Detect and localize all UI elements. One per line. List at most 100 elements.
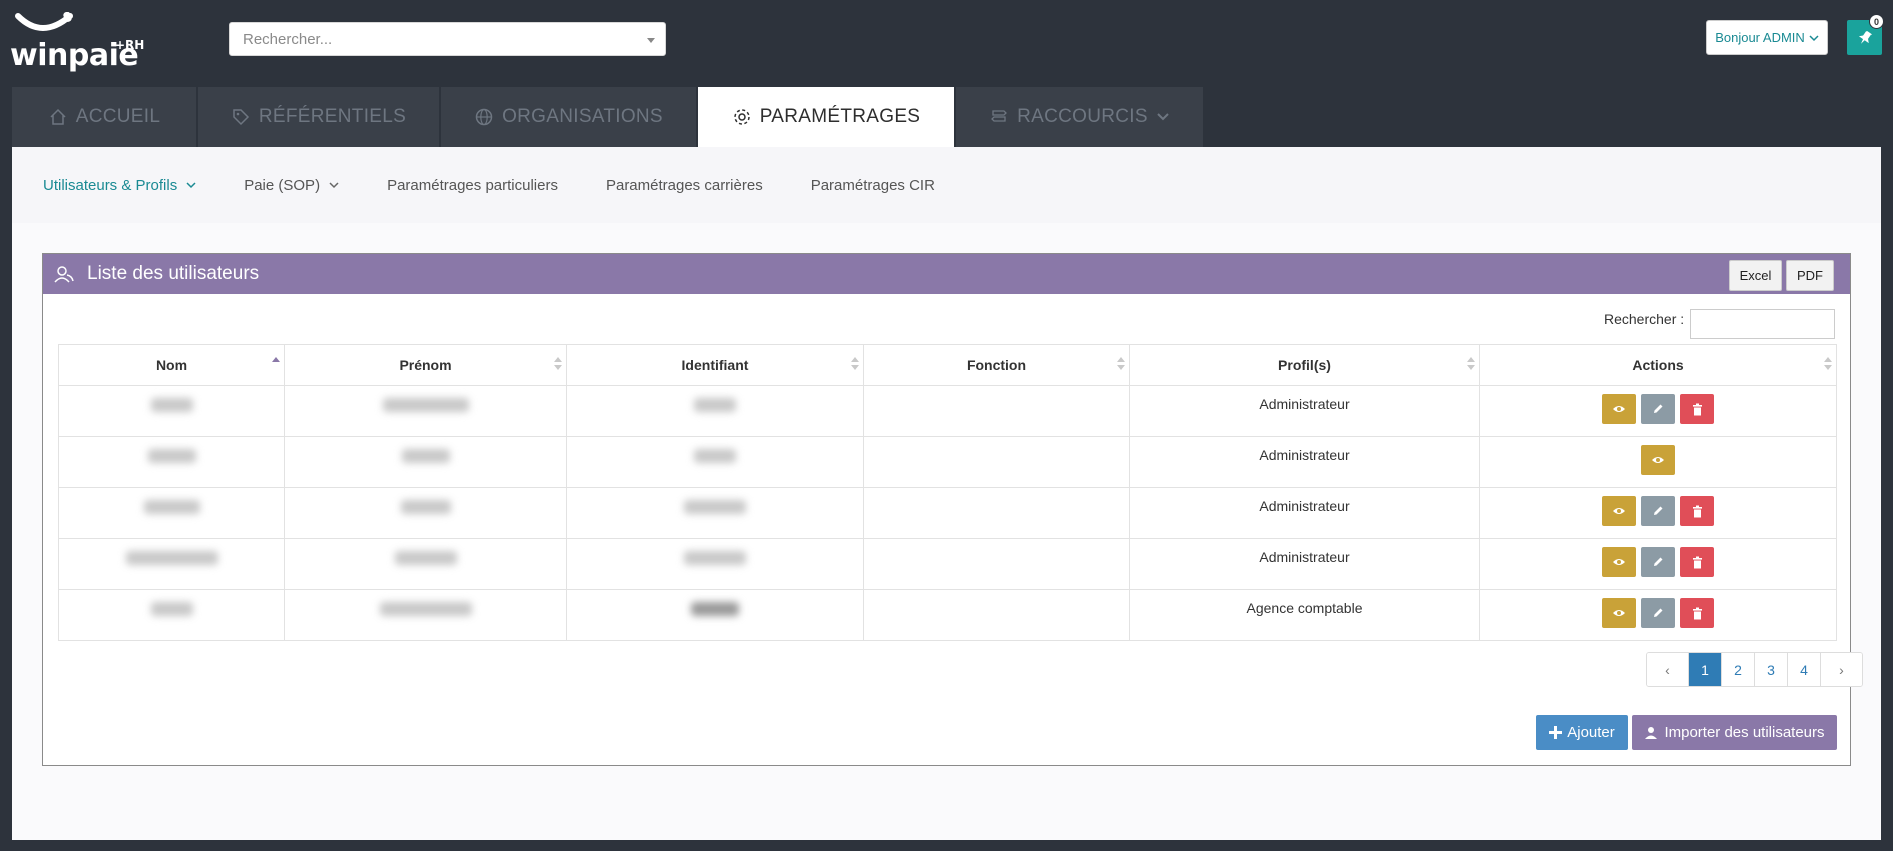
cell-nom: [58, 385, 285, 437]
view-button[interactable]: [1602, 496, 1636, 526]
pagination-previous[interactable]: ‹: [1647, 653, 1688, 686]
global-search[interactable]: [229, 22, 666, 56]
winpaie-logo[interactable]: winpaie +RH: [10, 12, 150, 73]
redacted-text: [684, 500, 746, 514]
tab-parametrages[interactable]: PARAMÉTRAGES: [698, 87, 954, 147]
table-row: Administrateur: [58, 385, 1837, 437]
redacted-text: [150, 602, 193, 616]
redacted-text: [400, 500, 451, 514]
cell-prenom: [284, 385, 567, 437]
plus-icon: [1549, 726, 1563, 739]
tab-label: RACCOURCIS: [1017, 106, 1148, 127]
pencil-icon: [1654, 404, 1663, 413]
column-header-nom[interactable]: Nom: [58, 344, 285, 386]
cell-profils: Administrateur: [1129, 487, 1480, 539]
home-icon: [50, 108, 66, 125]
add-user-button[interactable]: Ajouter: [1536, 715, 1628, 750]
column-header-fonction[interactable]: Fonction: [863, 344, 1130, 386]
subnav-label: Paie (SOP): [244, 176, 321, 194]
column-label: Fonction: [966, 357, 1027, 373]
pagination-page-1[interactable]: 1: [1688, 653, 1721, 686]
column-label: Profil(s): [1278, 357, 1331, 373]
cell-prenom: [284, 487, 567, 539]
cell-nom: [58, 436, 285, 488]
eye-icon: [1613, 559, 1625, 565]
tag-icon: [233, 109, 249, 126]
tab-referentiels[interactable]: RÉFÉRENTIELS: [198, 87, 439, 147]
user-menu-button[interactable]: Bonjour ADMIN: [1706, 20, 1828, 55]
excel-export-button[interactable]: Excel: [1729, 260, 1782, 291]
column-header-prenom[interactable]: Prénom: [284, 344, 567, 386]
edit-button[interactable]: [1641, 394, 1675, 424]
sort-icon: [1467, 357, 1475, 373]
cell-fonction: [863, 589, 1130, 641]
table-row: Agence comptable: [58, 589, 1837, 641]
cell-fonction: [863, 538, 1130, 590]
cell-identifiant: [566, 385, 864, 437]
subnav-parametrages-cir[interactable]: Paramétrages CIR: [811, 177, 935, 194]
delete-button[interactable]: [1680, 598, 1714, 628]
subnav-parametrages-carrieres[interactable]: Paramétrages carrières: [606, 177, 763, 194]
delete-button[interactable]: [1680, 394, 1714, 424]
import-users-button[interactable]: Importer des utilisateurs: [1632, 715, 1837, 750]
view-button[interactable]: [1641, 445, 1675, 475]
view-button[interactable]: [1602, 598, 1636, 628]
users-icon: [54, 266, 74, 283]
users-list-title: Liste des utilisateurs: [87, 263, 260, 284]
chevron-down-icon: [329, 181, 339, 188]
edit-button[interactable]: [1641, 496, 1675, 526]
users-list-box: Liste des utilisateurs Excel PDF Recherc…: [42, 253, 1863, 766]
tab-accueil[interactable]: ACCUEIL: [12, 87, 196, 147]
cell-profils: Administrateur: [1129, 385, 1480, 437]
eye-icon: [1613, 610, 1625, 616]
subnav-paie-sop[interactable]: Paie (SOP): [244, 177, 339, 194]
pagination-page-4[interactable]: 4: [1787, 653, 1820, 686]
cell-prenom: [284, 589, 567, 641]
cell-profils: Administrateur: [1129, 538, 1480, 590]
delete-button[interactable]: [1680, 496, 1714, 526]
users-list-header: Liste des utilisateurs Excel PDF: [43, 254, 1850, 294]
view-button[interactable]: [1602, 547, 1636, 577]
pagination-page-2[interactable]: 2: [1721, 653, 1754, 686]
delete-button[interactable]: [1680, 547, 1714, 577]
table-filter-input[interactable]: [1690, 309, 1835, 339]
import-users-label: Importer des utilisateurs: [1664, 724, 1825, 741]
cell-identifiant: [566, 589, 864, 641]
pdf-export-button[interactable]: PDF: [1786, 260, 1834, 291]
edit-button[interactable]: [1641, 598, 1675, 628]
cell-nom: [58, 538, 285, 590]
subnav-parametrages-particuliers[interactable]: Paramétrages particuliers: [387, 177, 558, 194]
tab-raccourcis[interactable]: RACCOURCIS: [956, 87, 1203, 147]
cell-fonction: [863, 436, 1130, 488]
column-label: Actions: [1632, 357, 1684, 373]
column-header-actions[interactable]: Actions: [1479, 344, 1837, 386]
cell-identifiant: [566, 538, 864, 590]
trash-icon: [1692, 505, 1702, 517]
pagination-next[interactable]: ›: [1820, 653, 1862, 686]
pagination-page-3[interactable]: 3: [1754, 653, 1787, 686]
chevron-down-icon: [647, 38, 655, 43]
brand-suffix: +RH: [115, 38, 145, 52]
chevron-down-icon: [1157, 113, 1169, 121]
column-header-profils[interactable]: Profil(s): [1129, 344, 1480, 386]
column-header-identifiant[interactable]: Identifiant: [566, 344, 864, 386]
pin-count-badge: 0: [1869, 14, 1884, 29]
sort-ascending-icon: [272, 357, 280, 373]
redacted-text: [694, 449, 736, 463]
column-label: Identifiant: [681, 357, 749, 373]
tab-organisations[interactable]: ORGANISATIONS: [441, 87, 696, 147]
cell-prenom: [284, 436, 567, 488]
global-search-input[interactable]: [230, 23, 665, 55]
view-button[interactable]: [1602, 394, 1636, 424]
edit-button[interactable]: [1641, 547, 1675, 577]
cell-identifiant: [566, 436, 864, 488]
cell-actions: [1479, 487, 1837, 539]
redacted-text: [684, 551, 746, 565]
redacted-text: [382, 398, 469, 412]
subnav-utilisateurs-profils[interactable]: Utilisateurs & Profils: [43, 177, 196, 194]
tab-label: RÉFÉRENTIELS: [258, 106, 407, 127]
subnav-label: Paramétrages carrières: [605, 176, 763, 194]
cell-identifiant: [566, 487, 864, 539]
cell-fonction: [863, 385, 1130, 437]
redacted-text: [379, 602, 472, 616]
